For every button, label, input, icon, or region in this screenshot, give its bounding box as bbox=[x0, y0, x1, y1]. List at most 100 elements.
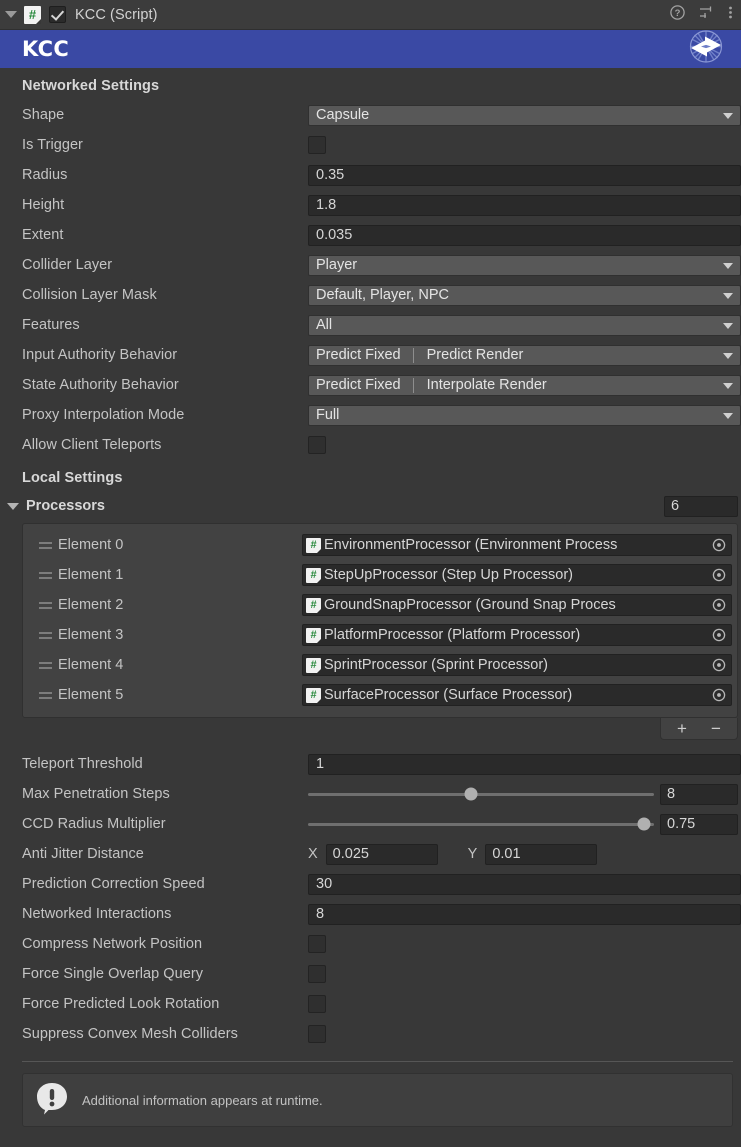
input-authority-behavior-dropdown[interactable]: Predict Fixed Predict Render bbox=[308, 345, 741, 366]
radius-input[interactable]: 0.35 bbox=[308, 165, 741, 186]
object-field[interactable]: # EnvironmentProcessor (Environment Proc… bbox=[302, 534, 732, 556]
teleport-threshold-input[interactable]: 1 bbox=[308, 754, 741, 775]
component-title: KCC (Script) bbox=[75, 7, 670, 23]
helpbox-text: Additional information appears at runtim… bbox=[82, 1093, 323, 1108]
slider-handle[interactable] bbox=[637, 818, 650, 831]
object-picker-icon[interactable] bbox=[707, 655, 731, 675]
max-penetration-steps-slider[interactable] bbox=[308, 793, 654, 796]
label-teleport-threshold: Teleport Threshold bbox=[22, 756, 308, 772]
script-file-icon: # bbox=[306, 658, 321, 673]
component-enabled-checkbox[interactable] bbox=[49, 6, 66, 23]
collision-layer-mask-dropdown[interactable]: Default, Player, NPC bbox=[308, 285, 741, 306]
row-height: Height 1.8 bbox=[0, 190, 741, 220]
shape-dropdown[interactable]: Capsule bbox=[308, 105, 741, 126]
list-item[interactable]: Element 1 # StepUpProcessor (Step Up Pro… bbox=[28, 560, 732, 590]
label-state-authority-behavior: State Authority Behavior bbox=[22, 377, 308, 393]
ccd-radius-multiplier-slider[interactable] bbox=[308, 823, 654, 826]
remove-element-button[interactable]: − bbox=[704, 720, 728, 737]
slider-handle[interactable] bbox=[464, 788, 477, 801]
object-picker-icon[interactable] bbox=[707, 685, 731, 705]
drag-handle-icon[interactable] bbox=[28, 692, 58, 699]
list-item[interactable]: Element 4 # SprintProcessor (Sprint Proc… bbox=[28, 650, 732, 680]
section-title-networked-settings: Networked Settings bbox=[0, 68, 741, 100]
add-element-button[interactable]: + bbox=[670, 720, 694, 737]
drag-handle-icon[interactable] bbox=[28, 602, 58, 609]
processors-label: Processors bbox=[26, 498, 664, 514]
force-single-overlap-query-checkbox[interactable] bbox=[308, 965, 326, 983]
drag-handle-icon[interactable] bbox=[28, 632, 58, 639]
collider-layer-dropdown[interactable]: Player bbox=[308, 255, 741, 276]
row-collider-layer: Collider Layer Player bbox=[0, 250, 741, 280]
object-picker-icon[interactable] bbox=[707, 625, 731, 645]
features-dropdown[interactable]: All bbox=[308, 315, 741, 336]
drag-handle-icon[interactable] bbox=[28, 662, 58, 669]
row-collision-layer-mask: Collision Layer Mask Default, Player, NP… bbox=[0, 280, 741, 310]
drag-handle-icon[interactable] bbox=[28, 542, 58, 549]
object-field[interactable]: # SprintProcessor (Sprint Processor) bbox=[302, 654, 732, 676]
processors-size-input[interactable]: 6 bbox=[664, 496, 738, 517]
anti-jitter-y-input[interactable]: 0.01 bbox=[485, 844, 597, 865]
chevron-down-icon bbox=[723, 323, 733, 329]
script-file-icon: # bbox=[306, 598, 321, 613]
state-authority-behavior-dropdown[interactable]: Predict Fixed Interpolate Render bbox=[308, 375, 741, 396]
label-input-authority-behavior: Input Authority Behavior bbox=[22, 347, 308, 363]
object-field[interactable]: # GroundSnapProcessor (Ground Snap Proce… bbox=[302, 594, 732, 616]
chevron-down-icon bbox=[723, 263, 733, 269]
label-max-penetration-steps: Max Penetration Steps bbox=[22, 786, 308, 802]
anti-jitter-x-input[interactable]: 0.025 bbox=[326, 844, 438, 865]
label-force-predicted-look-rotation: Force Predicted Look Rotation bbox=[22, 996, 308, 1012]
force-predicted-look-rotation-checkbox[interactable] bbox=[308, 995, 326, 1013]
object-picker-icon[interactable] bbox=[707, 565, 731, 585]
list-item[interactable]: Element 0 # EnvironmentProcessor (Enviro… bbox=[28, 530, 732, 560]
label-anti-jitter-distance: Anti Jitter Distance bbox=[22, 846, 308, 862]
row-state-authority-behavior: State Authority Behavior Predict Fixed I… bbox=[0, 370, 741, 400]
row-compress-network-position: Compress Network Position bbox=[0, 929, 741, 959]
component-header[interactable]: # KCC (Script) ? bbox=[0, 0, 741, 30]
script-file-icon: # bbox=[306, 628, 321, 643]
object-field[interactable]: # PlatformProcessor (Platform Processor) bbox=[302, 624, 732, 646]
object-picker-icon[interactable] bbox=[707, 535, 731, 555]
list-item[interactable]: Element 3 # PlatformProcessor (Platform … bbox=[28, 620, 732, 650]
label-allow-client-teleports: Allow Client Teleports bbox=[22, 437, 308, 453]
is-trigger-checkbox[interactable] bbox=[308, 136, 326, 154]
list-item[interactable]: Element 5 # SurfaceProcessor (Surface Pr… bbox=[28, 680, 732, 710]
suppress-convex-mesh-colliders-checkbox[interactable] bbox=[308, 1025, 326, 1043]
script-file-icon: # bbox=[306, 688, 321, 703]
allow-client-teleports-checkbox[interactable] bbox=[308, 436, 326, 454]
processors-foldout-icon[interactable] bbox=[7, 503, 19, 510]
object-field[interactable]: # StepUpProcessor (Step Up Processor) bbox=[302, 564, 732, 586]
row-force-predicted-look-rotation: Force Predicted Look Rotation bbox=[0, 989, 741, 1019]
prediction-correction-speed-input[interactable]: 30 bbox=[308, 874, 741, 895]
section-title-local-settings: Local Settings bbox=[0, 460, 741, 492]
list-item[interactable]: Element 2 # GroundSnapProcessor (Ground … bbox=[28, 590, 732, 620]
height-input[interactable]: 1.8 bbox=[308, 195, 741, 216]
help-icon[interactable]: ? bbox=[670, 5, 685, 25]
label-proxy-interpolation-mode: Proxy Interpolation Mode bbox=[22, 407, 308, 423]
row-radius: Radius 0.35 bbox=[0, 160, 741, 190]
row-prediction-correction-speed: Prediction Correction Speed 30 bbox=[0, 869, 741, 899]
element-label: Element 3 bbox=[58, 627, 302, 643]
state-authority-render-value: Interpolate Render bbox=[427, 377, 547, 393]
row-features: Features All bbox=[0, 310, 741, 340]
row-suppress-convex-mesh-colliders: Suppress Convex Mesh Colliders bbox=[0, 1019, 741, 1049]
component-foldout-icon[interactable] bbox=[5, 11, 17, 18]
proxy-interpolation-value: Full bbox=[316, 407, 339, 423]
extent-input[interactable]: 0.035 bbox=[308, 225, 741, 246]
label-prediction-correction-speed: Prediction Correction Speed bbox=[22, 876, 308, 892]
object-picker-icon[interactable] bbox=[707, 595, 731, 615]
ccd-radius-multiplier-input[interactable]: 0.75 bbox=[660, 814, 738, 835]
row-allow-client-teleports: Allow Client Teleports bbox=[0, 430, 741, 460]
value-separator bbox=[413, 378, 414, 393]
preset-icon[interactable] bbox=[699, 5, 714, 25]
compress-network-position-checkbox[interactable] bbox=[308, 935, 326, 953]
proxy-interpolation-mode-dropdown[interactable]: Full bbox=[308, 405, 741, 426]
processors-foldout-row[interactable]: Processors 6 bbox=[0, 492, 741, 520]
script-file-icon: # bbox=[306, 568, 321, 583]
drag-handle-icon[interactable] bbox=[28, 572, 58, 579]
object-field[interactable]: # SurfaceProcessor (Surface Processor) bbox=[302, 684, 732, 706]
label-features: Features bbox=[22, 317, 308, 333]
max-penetration-steps-input[interactable]: 8 bbox=[660, 784, 738, 805]
more-menu-icon[interactable] bbox=[728, 5, 733, 25]
input-authority-fixed-value: Predict Fixed bbox=[316, 347, 401, 363]
networked-interactions-input[interactable]: 8 bbox=[308, 904, 741, 925]
